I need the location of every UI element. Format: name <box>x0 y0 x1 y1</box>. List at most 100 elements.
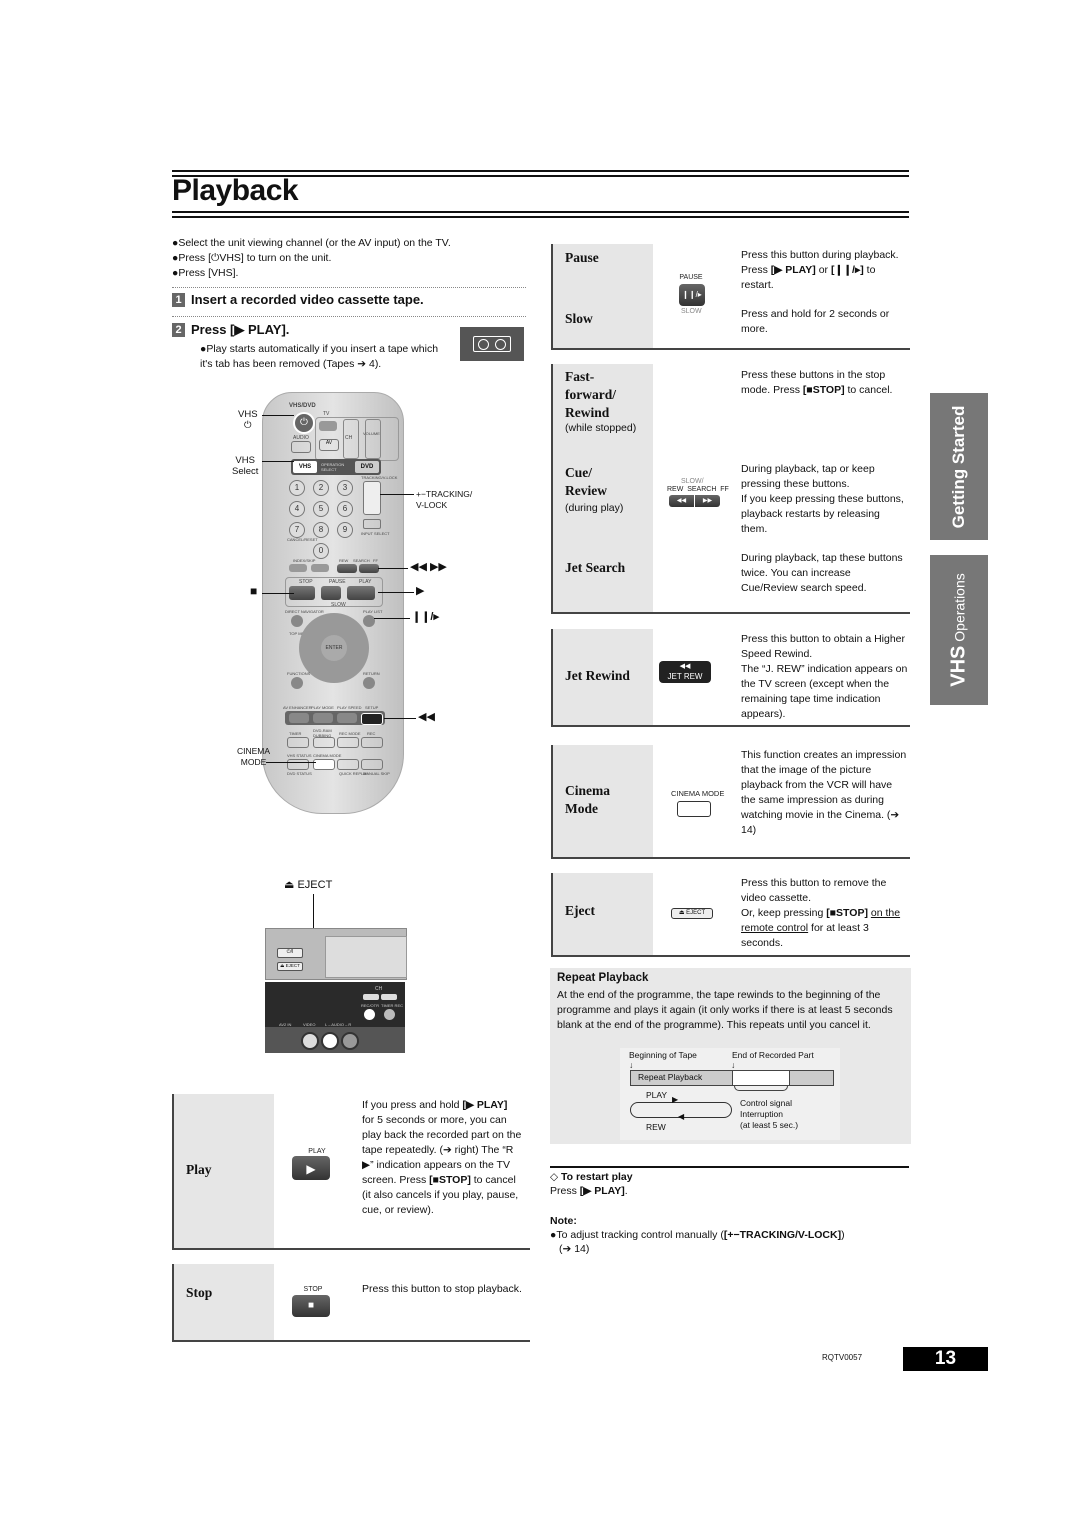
feature-title: Stop <box>186 1285 213 1300</box>
manual-skip-button[interactable] <box>361 759 383 770</box>
remote-control-illustration: VHS/DVD ⏻ TV AUDIO AV CH VOLUME VHS OPER… <box>262 392 404 814</box>
side-tab-getting-started[interactable]: Getting Started <box>930 393 988 540</box>
page-title: Playback <box>172 174 299 207</box>
pause-slow-icon: ❙❙/▸ <box>679 284 705 306</box>
repeat-playback-diagram: Beginning of Tape End of Recorded Part ↓… <box>620 1048 840 1140</box>
diamond-icon: ◇ <box>550 1171 559 1183</box>
callout-line <box>380 494 414 495</box>
feature-search: Fast- forward/ Rewind (while stopped) Cu… <box>551 364 910 614</box>
tracking-vlock-rocker[interactable] <box>363 481 381 515</box>
side-tab-vhs-operations[interactable]: VHS Operations <box>930 555 988 705</box>
skip-back-button[interactable] <box>289 564 307 572</box>
vcr-power-button[interactable]: ⏻/I <box>277 948 303 958</box>
play-button[interactable] <box>347 586 375 600</box>
cassette-slot <box>325 936 407 978</box>
button-subcaption: SLOW <box>681 308 702 315</box>
cassette-icon <box>460 327 524 361</box>
feature-description: During playback, tap these buttons twice… <box>741 552 903 594</box>
callout-pause-slow: ❙❙/▸ <box>412 611 440 623</box>
title-rule-bottom-1 <box>172 211 909 213</box>
tv-power-button[interactable] <box>319 421 337 431</box>
play-label: PLAY <box>646 1090 668 1100</box>
volume-rocker[interactable] <box>365 419 381 459</box>
rec-mode-button[interactable] <box>337 737 359 748</box>
feature-title: Jet Rewind <box>565 668 630 683</box>
vhs-power-button[interactable]: ⏻ <box>293 412 315 434</box>
number-key-6[interactable]: 6 <box>337 501 353 517</box>
step-text: Press [▶ PLAY]. <box>191 322 290 337</box>
vcr-timer-rec-button[interactable] <box>384 1009 395 1020</box>
number-key-9[interactable]: 9 <box>337 522 353 538</box>
button-caption: CINEMA MODE <box>671 789 725 798</box>
vcr-eject-button[interactable]: ⏏ EJECT <box>277 962 303 971</box>
divider <box>550 1166 909 1168</box>
number-key-3[interactable]: 3 <box>337 480 353 496</box>
pause-button[interactable] <box>321 586 341 600</box>
feature-description: This function creates an impression that… <box>741 749 907 836</box>
quick-replay-button[interactable] <box>337 759 359 770</box>
callout-tracking: +−TRACKING/ V-LOCK <box>416 489 473 510</box>
number-key-1[interactable]: 1 <box>289 480 305 496</box>
feature-description: Press this button during playback. Press… <box>741 249 899 291</box>
number-key-7[interactable]: 7 <box>289 522 305 538</box>
direct-navigator-button[interactable] <box>291 615 303 627</box>
number-key-5[interactable]: 5 <box>313 501 329 517</box>
rec-button[interactable] <box>361 737 383 748</box>
callout-stop: ■ <box>250 584 258 598</box>
feature-stop: Stop STOP ■ Press this button to stop pl… <box>172 1264 530 1342</box>
ff-button[interactable] <box>359 564 379 573</box>
number-key-4[interactable]: 4 <box>289 501 305 517</box>
av-button[interactable]: AV <box>319 439 339 451</box>
number-key-2[interactable]: 2 <box>313 480 329 496</box>
vhs-select-button[interactable]: VHS <box>293 461 317 473</box>
vcr-ch-down-button[interactable] <box>363 994 379 1000</box>
feature-title: Fast- forward/ Rewind <box>565 369 616 420</box>
restart-section: ◇ To restart play Press [▶ PLAY]. <box>550 1171 633 1197</box>
feature-title: Cinema Mode <box>565 783 610 816</box>
rew-button[interactable] <box>337 564 357 573</box>
vcr-ch-up-button[interactable] <box>381 994 397 1000</box>
stop-icon: ■ <box>292 1295 330 1317</box>
page-number: 13 <box>903 1347 988 1371</box>
callout-line <box>262 461 294 462</box>
feature-description: Press these buttons in the stop mode. Pr… <box>741 369 893 396</box>
jet-rew-button[interactable] <box>361 713 383 725</box>
timer-button[interactable] <box>287 737 309 748</box>
blank-button[interactable] <box>363 519 381 529</box>
step-number: 1 <box>172 292 185 307</box>
skip-forward-button[interactable] <box>311 564 329 572</box>
play-list-button[interactable] <box>363 615 375 627</box>
button-caption: SLOW/ <box>681 478 704 485</box>
document-code: RQTV0057 <box>822 1353 863 1362</box>
feature-play: Play PLAY ▶ If you press and hold [▶ PLA… <box>172 1094 530 1250</box>
number-key-8[interactable]: 8 <box>313 522 329 538</box>
feature-title: Cue/ Review <box>565 465 607 498</box>
callout-line <box>262 415 294 416</box>
step-2-note: ●Play starts automatically if you insert… <box>200 343 439 370</box>
vcr-rec-button[interactable] <box>364 1009 375 1020</box>
callout-line <box>266 762 316 763</box>
callout-eject: ⏏ EJECT <box>284 879 333 891</box>
timer-key-button[interactable] <box>313 713 333 723</box>
note-section: Note: ●To adjust tracking control manual… <box>550 1215 845 1255</box>
dubbing-button[interactable] <box>313 737 335 748</box>
audio-button[interactable] <box>291 441 311 453</box>
dvd-select-button[interactable]: DVD <box>355 461 379 473</box>
return-button[interactable] <box>363 677 375 689</box>
vhs-status-button[interactable] <box>287 759 309 770</box>
prog-check-button[interactable] <box>289 713 309 723</box>
functions-button[interactable] <box>291 677 303 689</box>
feature-title: Play <box>186 1162 212 1177</box>
prog-play-button[interactable] <box>337 713 357 723</box>
button-caption: STOP <box>303 1286 323 1293</box>
rew-label: REW <box>646 1122 666 1132</box>
intro-bullet: ●Press [⏻VHS] to turn on the unit. <box>172 252 332 264</box>
number-key-0[interactable]: 0 <box>313 543 329 559</box>
feature-description: Press and hold for 2 seconds or more. <box>741 308 890 335</box>
callout-play: ▶ <box>416 585 425 597</box>
enter-button[interactable]: ENTER <box>321 635 347 661</box>
step-text: Insert a recorded video cassette tape. <box>191 292 424 307</box>
feature-description: If you press and hold [▶ PLAY] for 5 sec… <box>362 1099 522 1216</box>
cinema-mode-button[interactable] <box>313 759 335 770</box>
rew-icon: ◀◀ <box>669 495 694 507</box>
